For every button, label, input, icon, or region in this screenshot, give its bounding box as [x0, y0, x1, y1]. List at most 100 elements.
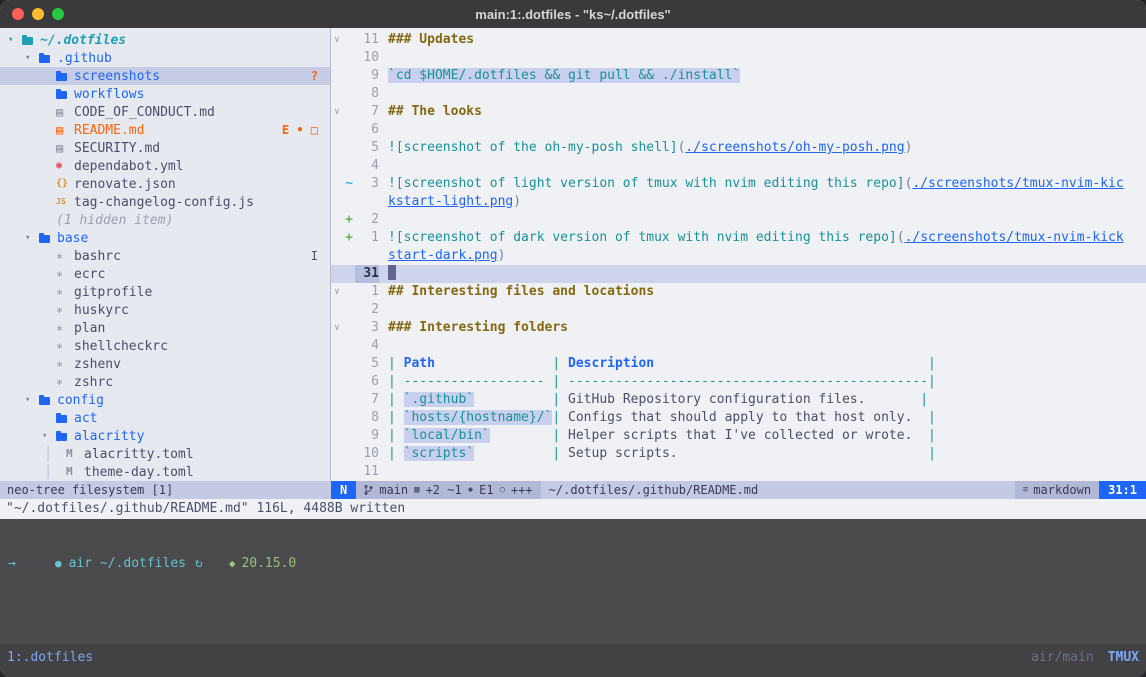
editor-line-11[interactable]: ∨11### Updates — [331, 31, 1146, 49]
window-title: main:1:.dotfiles - "ks~/.dotfiles" — [475, 7, 670, 22]
editor-line-wrap[interactable]: kstart-light.png) — [331, 193, 1146, 211]
tree-item-gitprofile[interactable]: ∗gitprofile — [0, 283, 330, 301]
editor-line-6[interactable]: 6| ------------------ | ----------------… — [331, 373, 1146, 391]
tree-item-tag-changelog-config-js[interactable]: JStag-changelog-config.js — [0, 193, 330, 211]
star-icon: ∗ — [56, 265, 74, 283]
git-sign: + — [343, 229, 355, 247]
tree-item-security-md[interactable]: ▤SECURITY.md — [0, 139, 330, 157]
editor-line-7[interactable]: 7| `.github` | GitHub Repository configu… — [331, 391, 1146, 409]
line-number: 1 — [355, 229, 379, 247]
tree-item-alacritty-toml[interactable]: │Malacritty.toml — [0, 445, 330, 463]
editor-line-9[interactable]: 9| `local/bin` | Helper scripts that I'v… — [331, 427, 1146, 445]
tree-item-zshenv[interactable]: ∗zshenv — [0, 355, 330, 373]
line-text: | ------------------ | -----------------… — [388, 373, 1146, 391]
editor-line-2[interactable]: +2 — [331, 211, 1146, 229]
tree-item-renovate-json[interactable]: {}renovate.json — [0, 175, 330, 193]
line-number: 7 — [355, 391, 379, 409]
text-segment: ![screenshot of light version of tmux wi… — [388, 176, 905, 191]
text-segment: `hosts/{hostname}/` — [404, 410, 553, 425]
tree-item-label: config — [57, 393, 104, 408]
tree-item-code-of-conduct-md[interactable]: ▤CODE_OF_CONDUCT.md — [0, 103, 330, 121]
editor-line-5[interactable]: 5![screenshot of the oh-my-posh shell](.… — [331, 139, 1146, 157]
editor-line-2[interactable]: 2 — [331, 301, 1146, 319]
tree-item-label: renovate.json — [74, 177, 176, 192]
fullscreen-button[interactable] — [52, 8, 64, 20]
terminal-area[interactable]: ●air ~/.dotfiles↻◆20.15.0 → 1:.dotfiles … — [0, 519, 1146, 677]
line-number: 11 — [355, 463, 379, 481]
tree-item-workflows[interactable]: workflows — [0, 85, 330, 103]
tree-item-bashrc[interactable]: ∗bashrcI — [0, 247, 330, 265]
text-segment: | — [912, 410, 935, 425]
editor-line-4[interactable]: 4 — [331, 157, 1146, 175]
editor-line-wrap[interactable]: start-dark.png) — [331, 247, 1146, 265]
tree-item-shellcheckrc[interactable]: ∗shellcheckrc — [0, 337, 330, 355]
text-segment: ( — [897, 230, 905, 245]
tree-item-github[interactable]: ▾.github — [0, 49, 330, 67]
tmux-window-name[interactable]: 1:.dotfiles — [7, 651, 93, 665]
text-segment: kstart-light.png — [388, 194, 513, 209]
editor-line-31[interactable]: 31 — [331, 265, 1146, 283]
statusline-filepath: ~/.dotfiles/.github/README.md — [541, 481, 1015, 499]
editor-line-9[interactable]: 9`cd $HOME/.dotfiles && git pull && ./in… — [331, 67, 1146, 85]
prompt-arrow-icon: → — [8, 556, 16, 571]
close-button[interactable] — [12, 8, 24, 20]
editor-line-11[interactable]: 11 — [331, 463, 1146, 481]
text-segment: | ------------------ | -----------------… — [388, 374, 936, 389]
editor-line-1[interactable]: +1![screenshot of dark version of tmux w… — [331, 229, 1146, 247]
line-number: 3 — [355, 319, 379, 337]
tree-item-readme-md[interactable]: ▤README.mdE • □ — [0, 121, 330, 139]
line-text: start-dark.png) — [388, 247, 1146, 265]
text-segment: ) — [498, 248, 506, 263]
line-text: ## Interesting files and locations — [388, 283, 1146, 301]
tree-item-ecrc[interactable]: ∗ecrc — [0, 265, 330, 283]
tree-item-label: alacritty — [74, 429, 144, 444]
editor-line-6[interactable]: 6 — [331, 121, 1146, 139]
folder-icon — [39, 49, 57, 67]
tree-item-huskyrc[interactable]: ∗huskyrc — [0, 301, 330, 319]
diagnostics-icon: ◆ — [468, 481, 473, 499]
tree-item-base[interactable]: ▾base — [0, 229, 330, 247]
tree-item-theme-day-toml[interactable]: │Mtheme-day.toml — [0, 463, 330, 481]
tree-item-act[interactable]: act — [0, 409, 330, 427]
tree-item-alacritty[interactable]: ▾alacritty — [0, 427, 330, 445]
line-number: 4 — [355, 337, 379, 355]
editor-line-3[interactable]: ∨3### Interesting folders — [331, 319, 1146, 337]
tree-item-label: README.md — [74, 123, 144, 138]
line-text: | `hosts/{hostname}/`| Configs that shou… — [388, 409, 1146, 427]
editor-line-8[interactable]: 8 — [331, 85, 1146, 103]
text-segment: `scripts` — [404, 446, 474, 461]
editor-panel[interactable]: ∨11### Updates109`cd $HOME/.dotfiles && … — [331, 28, 1146, 481]
editor-line-10[interactable]: 10| `scripts` | Setup scripts. | — [331, 445, 1146, 463]
editor-line-5[interactable]: 5| Path | Description | — [331, 355, 1146, 373]
editor-line-10[interactable]: 10 — [331, 49, 1146, 67]
diff-icon: ▦ — [414, 481, 419, 499]
line-number: 6 — [355, 121, 379, 139]
editor-line-3[interactable]: ~3![screenshot of light version of tmux … — [331, 175, 1146, 193]
tree-item-config[interactable]: ▾config — [0, 391, 330, 409]
text-segment: ### Interesting folders — [388, 320, 568, 335]
tree-item-label: zshrc — [74, 375, 113, 390]
tree-item-dotfiles[interactable]: ▾~/.dotfiles — [0, 31, 330, 49]
tree-item-zshrc[interactable]: ∗zshrc — [0, 373, 330, 391]
folder-icon — [56, 67, 74, 85]
editor-line-7[interactable]: ∨7## The looks — [331, 103, 1146, 121]
line-text — [388, 337, 1146, 355]
tree-item-1-hidden-item[interactable]: (1 hidden item) — [0, 211, 330, 229]
line-text: | `local/bin` | Helper scripts that I've… — [388, 427, 1146, 445]
line-number: 9 — [355, 67, 379, 85]
editor-line-4[interactable]: 4 — [331, 337, 1146, 355]
editor-line-8[interactable]: 8| `hosts/{hostname}/`| Configs that sho… — [331, 409, 1146, 427]
folder-icon — [56, 427, 74, 445]
text-segment: | — [490, 428, 568, 443]
star-icon: ∗ — [56, 301, 74, 319]
prompt-continuation: → — [0, 554, 1146, 573]
editor-line-1[interactable]: ∨1## Interesting files and locations — [331, 283, 1146, 301]
tree-item-screenshots[interactable]: screenshots? — [0, 67, 330, 85]
line-number: 2 — [355, 211, 379, 229]
tree-item-label: tag-changelog-config.js — [74, 195, 254, 210]
star-icon: ∗ — [56, 355, 74, 373]
titlebar[interactable]: main:1:.dotfiles - "ks~/.dotfiles" — [0, 0, 1146, 28]
tree-item-dependabot-yml[interactable]: ◉dependabot.yml — [0, 157, 330, 175]
tree-item-plan[interactable]: ∗plan — [0, 319, 330, 337]
minimize-button[interactable] — [32, 8, 44, 20]
